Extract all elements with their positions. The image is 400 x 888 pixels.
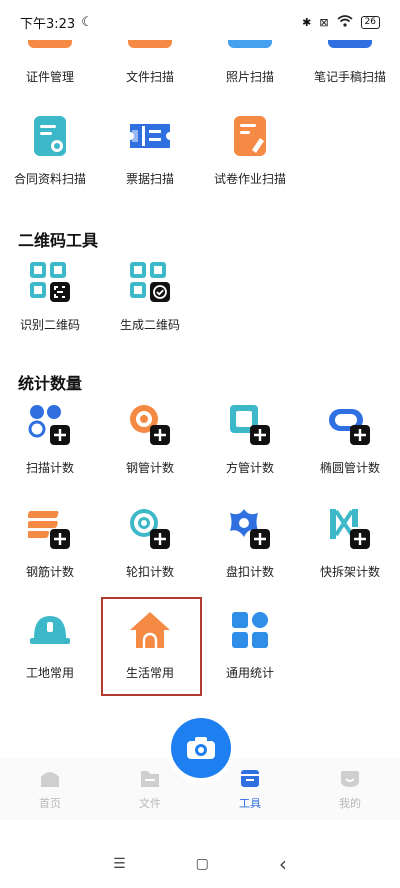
moon-icon: ☾ [81,14,93,30]
battery-icon: 26 [360,15,380,29]
grid-item-construction[interactable]: 工地常用 [0,608,100,681]
rebar-count-icon [28,507,72,551]
count-row-1: 扫描计数 钢管计数 方管计数 椭圆管计数 [0,403,400,476]
tab-label: 文件 [139,797,161,810]
grid-item-label: 扫描计数 [25,461,74,475]
grid-item-disc-buckle-count[interactable]: 盘扣计数 [200,507,300,580]
back-nav-button[interactable]: ‹ [279,852,287,876]
square-pipe-count-icon [228,403,272,447]
file-scan-icon [128,40,172,48]
qr-scan-icon [28,260,72,304]
helmet-icon [28,608,72,652]
grid-item-file-scan[interactable]: 文件扫描 [100,40,200,85]
grid-item-wheel-buckle-count[interactable]: 轮扣计数 [100,507,200,580]
home-tab-icon [41,772,59,787]
home-nav-button[interactable]: ▢ [196,856,209,872]
grid-item-rebar-count[interactable]: 钢筋计数 [0,507,100,580]
grid-item-label: 钢筋计数 [25,565,74,579]
scan-count-icon [28,403,72,447]
photo-scan-icon [228,40,272,48]
grid-item-square-pipe-count[interactable]: 方管计数 [200,403,300,476]
exam-scan-icon [228,114,272,158]
grid-item-receipt-scan[interactable]: 票据扫描 [100,114,200,187]
status-time: 下午3:23 [20,16,76,32]
top-scan-row: 证件管理 文件扫描 照片扫描 笔记手稿扫描 [0,40,400,85]
tab-label: 我的 [339,797,361,810]
grid-item-label: 工地常用 [25,666,74,680]
count-row-2: 钢筋计数 轮扣计数 盘扣计数 快拆架计数 [0,507,400,580]
grid-item-label: 轮扣计数 [125,565,174,579]
id-card-icon [28,40,72,48]
grid-item-contract-scan[interactable]: 合同资料扫描 [0,114,100,187]
grid-item-quick-frame-count[interactable]: 快拆架计数 [300,507,400,580]
steel-pipe-count-icon [128,403,172,447]
grid-item-label: 照片扫描 [225,70,274,84]
wheel-buckle-count-icon [128,507,172,551]
tab-profile[interactable]: 我的 [300,758,400,820]
tab-home[interactable]: 首页 [0,758,100,820]
bluetooth-icon: ✱ [302,15,312,29]
grid-item-label: 票据扫描 [125,172,174,186]
qr-row: 识别二维码 生成二维码 [0,260,400,333]
grid-item-id-card[interactable]: 证件管理 [0,40,100,85]
grid-item-oval-pipe-count[interactable]: 椭圆管计数 [300,403,400,476]
qr-generate-icon [128,260,172,304]
receipt-scan-icon [128,114,172,158]
disc-buckle-count-icon [228,507,272,551]
scan-row: 合同资料扫描 票据扫描 试卷作业扫描 [0,114,400,187]
oval-pipe-count-icon [328,403,372,447]
grid-item-label: 方管计数 [225,461,274,475]
grid-item-label: 通用统计 [225,666,274,680]
grid-item-label: 盘扣计数 [225,565,274,579]
note-scan-icon [328,40,372,48]
grid-item-label: 文件扫描 [125,70,174,84]
tab-label: 工具 [239,797,261,810]
grid-apps-icon [228,608,272,652]
qr-section-title: 二维码工具 [18,231,99,250]
menu-nav-button[interactable]: ☰ [113,856,126,872]
grid-item-label: 椭圆管计数 [319,461,380,475]
grid-item-label: 快拆架计数 [319,565,380,579]
profile-tab-icon [341,771,359,787]
grid-item-steel-pipe-count[interactable]: 钢管计数 [100,403,200,476]
system-navigation-bar: ☰ ▢ ‹ [0,840,400,888]
no-sim-icon: ⊠ [319,15,329,29]
wifi-icon [337,14,353,30]
grid-item-exam-scan[interactable]: 试卷作业扫描 [200,114,300,187]
tools-tab-icon [241,770,259,787]
quick-frame-count-icon [328,507,372,551]
selection-highlight [101,597,202,696]
grid-item-general-stats[interactable]: 通用统计 [200,608,300,681]
status-bar: 下午3:23 ☾ ✱ ⊠ 26 [0,0,400,44]
grid-item-label: 笔记手稿扫描 [313,70,386,84]
grid-item-label: 合同资料扫描 [13,172,86,186]
grid-item-label: 生成二维码 [119,318,180,332]
grid-item-label: 试卷作业扫描 [213,172,286,186]
camera-button[interactable] [171,718,231,778]
grid-item-qr-generate[interactable]: 生成二维码 [100,260,200,333]
count-section-title: 统计数量 [18,374,83,393]
grid-item-scan-count[interactable]: 扫描计数 [0,403,100,476]
contract-scan-icon [28,114,72,158]
grid-item-photo-scan[interactable]: 照片扫描 [200,40,300,85]
folder-tab-icon [141,771,159,787]
grid-item-label: 证件管理 [25,70,74,84]
grid-item-note-scan[interactable]: 笔记手稿扫描 [300,40,400,85]
tab-label: 首页 [39,797,61,810]
grid-item-label: 钢管计数 [125,461,174,475]
camera-icon [187,737,215,759]
grid-item-label: 识别二维码 [19,318,80,332]
grid-item-qr-scan[interactable]: 识别二维码 [0,260,100,333]
